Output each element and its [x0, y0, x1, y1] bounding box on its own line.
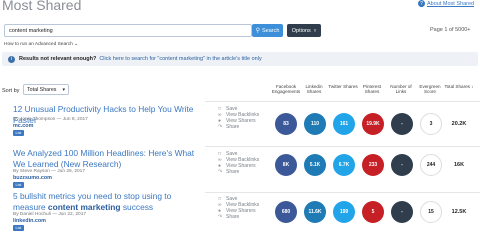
facebook-engagements: 8K — [275, 154, 297, 176]
column-header-total-label: Total Shares — [444, 84, 470, 89]
article-byline: By Daniel Hochuli — Jun 22, 2017 — [13, 212, 87, 217]
column-header-links[interactable]: Number of Links — [385, 84, 417, 95]
relevance-banner: i Results not relevant enough? Click her… — [2, 52, 478, 66]
facebook-engagements: 83 — [275, 113, 297, 135]
users-icon: ● — [218, 117, 222, 124]
page-title: Most Shared — [2, 0, 82, 13]
twitter-shares: 199 — [333, 201, 355, 223]
article-domain[interactable]: mc.com — [13, 123, 33, 129]
article-title-part: success — [122, 201, 154, 212]
advanced-search-label: How to run an Advanced Search — [4, 42, 73, 47]
column-header-total[interactable]: Total Shares ↓ — [443, 84, 475, 89]
evergreen-score: 244 — [420, 154, 442, 176]
search-input[interactable] — [4, 24, 252, 37]
save-icon: □ — [218, 105, 222, 112]
search-button-label: Search — [261, 27, 280, 34]
divider — [205, 101, 480, 102]
users-icon: ● — [218, 162, 222, 169]
share-label: Share — [226, 214, 240, 220]
users-icon: ● — [218, 207, 222, 214]
result-row: 5 bullshit metrics you need to stop usin… — [0, 191, 480, 241]
result-row: We Analyzed 100 Million Headlines: Here'… — [0, 148, 480, 192]
list-badge: List — [13, 225, 24, 231]
sort-select[interactable]: Total Shares ▾ — [23, 84, 69, 95]
total-shares: 16K — [453, 162, 465, 168]
column-header-evergreen[interactable]: Evergreen Score — [414, 84, 446, 95]
chevron-down-icon: ▾ — [62, 86, 65, 93]
total-shares: 20.2K — [451, 121, 467, 127]
share-icon: ↷ — [218, 123, 223, 130]
sort-label: Sort by — [2, 88, 20, 94]
save-icon: □ — [218, 195, 222, 202]
title-only-search-link[interactable]: Click here to search for "content market… — [99, 56, 261, 62]
result-row: 12 Unusual Productivity Hacks to Help Yo… — [0, 104, 480, 146]
share-icon: ↷ — [218, 168, 223, 175]
evergreen-score: 15 — [420, 201, 442, 223]
pinterest-shares: 233 — [362, 154, 384, 176]
advanced-search-link[interactable]: How to run an Advanced Search ⌄ — [4, 42, 78, 47]
number-of-links: - — [391, 154, 413, 176]
search-button[interactable]: ⚲ Search — [252, 24, 283, 37]
share-label: Share — [226, 124, 240, 130]
link-icon: ∞ — [218, 156, 222, 163]
sort-selected-value: Total Shares — [27, 86, 57, 93]
options-button-label: Options — [291, 27, 311, 34]
twitter-shares: 161 — [333, 113, 355, 135]
linkedin-shares: 110 — [304, 113, 326, 135]
save-icon: □ — [218, 150, 222, 157]
article-domain[interactable]: buzzsumo.com — [13, 175, 52, 181]
about-link-label: About Most Shared — [427, 0, 475, 7]
sort-arrow-icon: ↓ — [471, 84, 474, 89]
about-link[interactable]: ? About Most Shared — [418, 0, 474, 7]
link-icon: ∞ — [218, 201, 222, 208]
article-byline: By Jonia Thompson — Jun 8, 2017 — [13, 117, 88, 122]
options-button[interactable]: Options ▿ — [287, 24, 321, 37]
chevron-down-icon: ⌄ — [74, 42, 79, 47]
share-action[interactable]: ↷ Share — [218, 214, 239, 220]
info-icon: i — [8, 55, 15, 63]
pinterest-shares: 5 — [362, 201, 384, 223]
number-of-links: - — [391, 113, 413, 135]
share-label: Share — [226, 169, 240, 175]
share-icon: ↷ — [218, 213, 223, 220]
help-icon: ? — [418, 0, 425, 7]
list-badge: List — [13, 130, 24, 136]
total-shares: 12.5K — [451, 209, 467, 215]
column-header-pinterest[interactable]: Pinterest Shares — [356, 84, 388, 95]
banner-text: Results not relevant enough? — [19, 56, 97, 62]
page-count: Page 1 of 5000+ — [430, 27, 471, 33]
pinterest-shares: 19.9K — [362, 113, 384, 135]
article-title[interactable]: We Analyzed 100 Million Headlines: Here'… — [13, 148, 203, 169]
article-title[interactable]: 5 bullshit metrics you need to stop usin… — [13, 191, 203, 212]
search-icon: ⚲ — [255, 28, 260, 34]
column-header-twitter[interactable]: Twitter Shares — [327, 84, 359, 89]
linkedin-shares: 11.6K — [304, 201, 326, 223]
number-of-links: - — [391, 201, 413, 223]
article-domain[interactable]: linkedin.com — [13, 218, 46, 224]
evergreen-score: 3 — [420, 113, 442, 135]
divider — [205, 146, 480, 147]
article-byline: By Steve Rayson — Jun 26, 2017 — [13, 169, 85, 174]
share-action[interactable]: ↷ Share — [218, 124, 239, 130]
article-title-keyword: content marketing — [47, 201, 121, 212]
share-action[interactable]: ↷ Share — [218, 169, 239, 175]
list-badge: List — [13, 182, 24, 188]
linkedin-shares: 5.1K — [304, 154, 326, 176]
link-icon: ∞ — [218, 111, 222, 118]
facebook-engagements: 680 — [275, 201, 297, 223]
filter-icon: ▿ — [313, 27, 317, 34]
column-header-linkedin[interactable]: Linkedin Shares — [298, 84, 330, 95]
twitter-shares: 6.7K — [333, 154, 355, 176]
